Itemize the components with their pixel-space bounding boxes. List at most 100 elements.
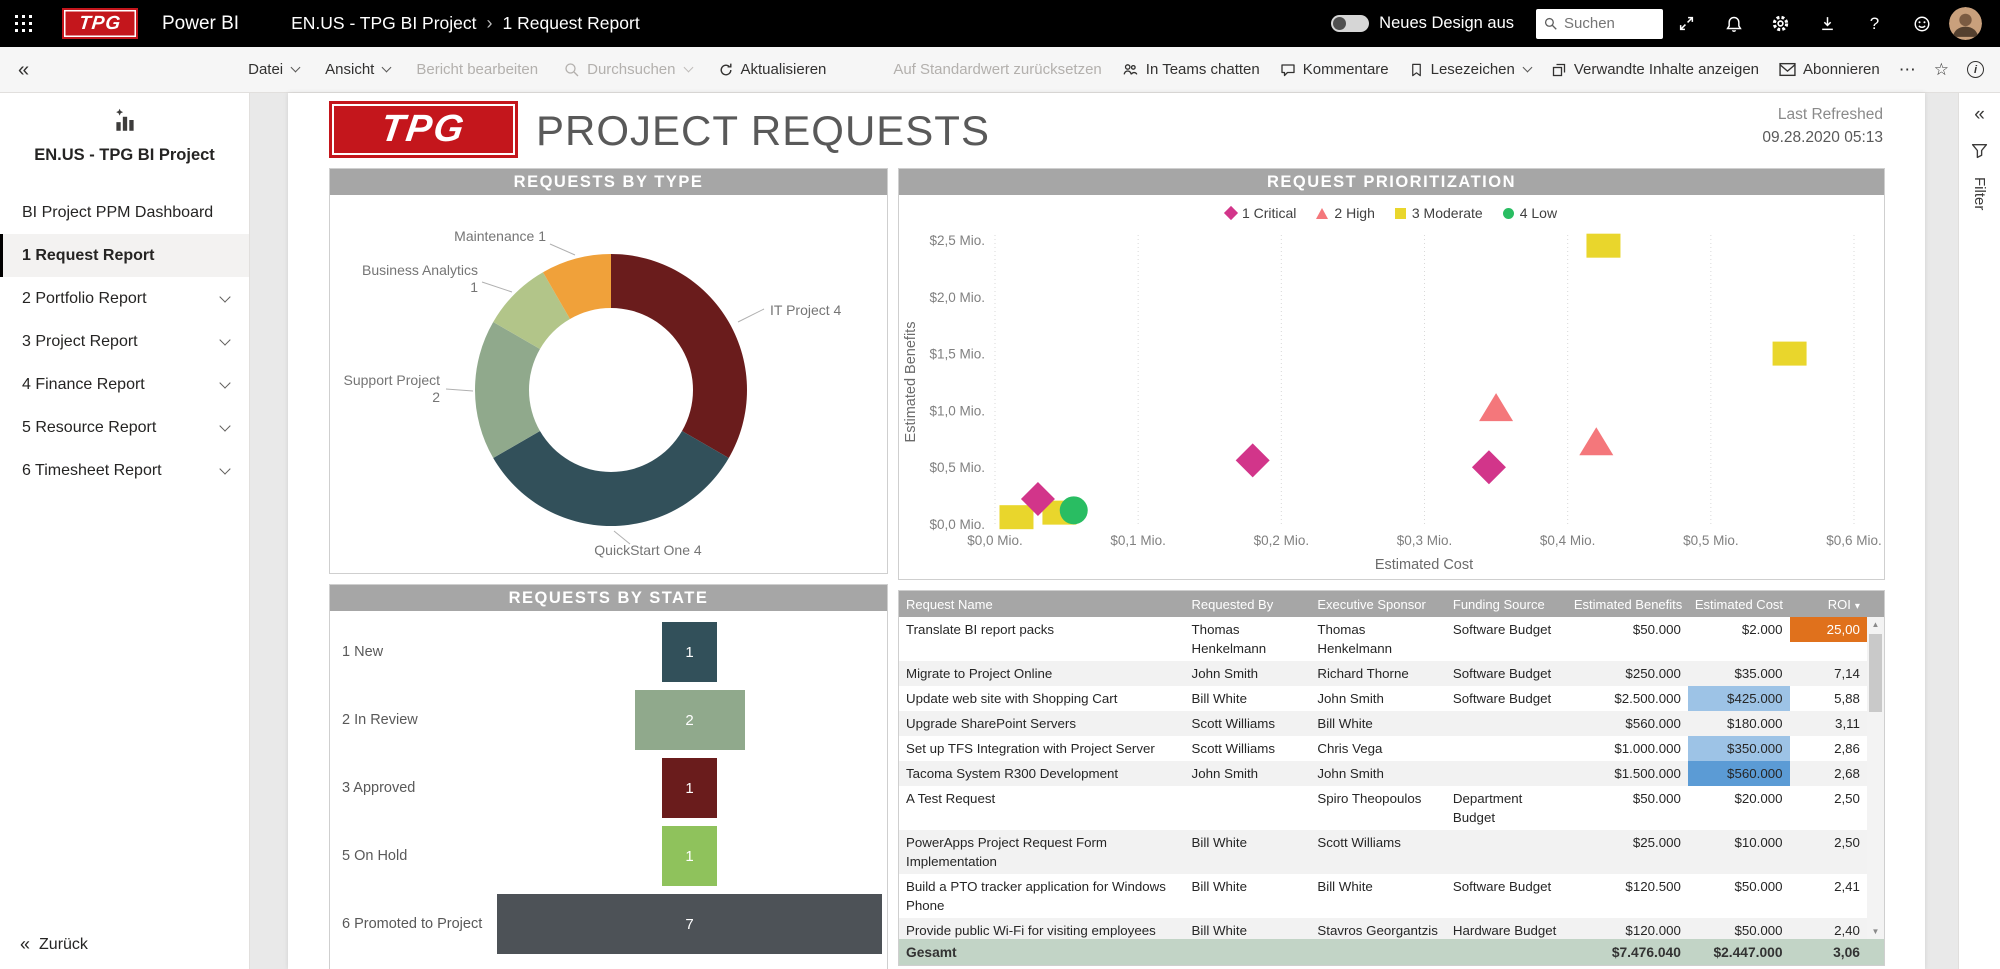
scatter-point[interactable] bbox=[1579, 427, 1613, 455]
table-row[interactable]: Tacoma System R300 DevelopmentJohn Smith… bbox=[899, 761, 1867, 786]
notifications-bell-icon[interactable] bbox=[1710, 0, 1757, 47]
table-row[interactable]: Translate BI report packsThomas Henkelma… bbox=[899, 617, 1867, 661]
scatter-point[interactable] bbox=[1060, 496, 1088, 524]
toolbar-left: Datei Ansicht Bericht bearbeiten Durchsu… bbox=[239, 54, 835, 86]
avatar[interactable] bbox=[1949, 7, 1982, 40]
bookmarks-menu[interactable]: Lesezeichen bbox=[1400, 54, 1540, 86]
table-row[interactable]: Upgrade SharePoint ServersScott Williams… bbox=[899, 711, 1867, 736]
comments-button[interactable]: Kommentare bbox=[1271, 54, 1398, 86]
search-box[interactable] bbox=[1536, 9, 1663, 39]
funnel-bar[interactable]: 1 bbox=[662, 622, 717, 682]
column-header[interactable]: Estimated Benefits bbox=[1567, 597, 1688, 612]
scatter-point[interactable] bbox=[999, 505, 1033, 529]
new-design-toggle[interactable] bbox=[1331, 15, 1369, 32]
file-menu[interactable]: Datei bbox=[239, 54, 308, 86]
column-header[interactable]: Requested By bbox=[1185, 597, 1311, 612]
scatter-point[interactable] bbox=[1236, 443, 1270, 477]
column-header[interactable]: Request Name bbox=[899, 597, 1185, 612]
funnel-bar-area: 7 bbox=[492, 894, 887, 954]
info-icon[interactable]: i bbox=[1959, 54, 1992, 86]
expand-filter-pane-icon[interactable]: « bbox=[1974, 105, 1985, 124]
sidebar-item[interactable]: BI Project PPM Dashboard bbox=[0, 191, 249, 234]
new-design-label: Neues Design aus bbox=[1379, 14, 1514, 33]
table-row[interactable]: Provide public Wi-Fi for visiting employ… bbox=[899, 918, 1867, 939]
sidebar-item[interactable]: 1 Request Report bbox=[0, 234, 249, 277]
table-cell: 2,40 bbox=[1790, 918, 1867, 939]
more-options-icon[interactable]: ⋯ bbox=[1891, 54, 1924, 86]
sidebar-item[interactable]: 6 Timesheet Report bbox=[0, 449, 249, 492]
donut-slice[interactable] bbox=[611, 254, 747, 458]
column-header[interactable]: Estimated Cost bbox=[1688, 597, 1790, 612]
search-input[interactable] bbox=[1564, 15, 1650, 32]
requests-by-state-chart[interactable]: 1 New12 In Review23 Approved15 On Hold16… bbox=[330, 611, 887, 969]
scatter-point[interactable] bbox=[1773, 342, 1807, 366]
scatter-point[interactable] bbox=[1472, 450, 1506, 484]
related-content-button[interactable]: Verwandte Inhalte anzeigen bbox=[1542, 54, 1768, 86]
sidebar-item[interactable]: 5 Resource Report bbox=[0, 406, 249, 449]
chevron-down-icon[interactable] bbox=[219, 334, 230, 345]
settings-gear-icon[interactable] bbox=[1757, 0, 1804, 47]
funnel-category-label: 5 On Hold bbox=[342, 848, 492, 864]
table-cell bbox=[1185, 786, 1311, 811]
breadcrumb-report[interactable]: 1 Request Report bbox=[503, 13, 640, 34]
table-row[interactable]: Update web site with Shopping CartBill W… bbox=[899, 686, 1867, 711]
back-button[interactable]: « Zurück bbox=[20, 934, 88, 955]
chevron-down-icon[interactable] bbox=[219, 291, 230, 302]
funnel-bar[interactable]: 7 bbox=[497, 894, 882, 954]
table-row[interactable]: PowerApps Project Request Form Implement… bbox=[899, 830, 1867, 874]
collapse-sidebar-icon[interactable]: « bbox=[18, 60, 29, 80]
feedback-smiley-icon[interactable] bbox=[1898, 0, 1945, 47]
table-cell: $10.000 bbox=[1688, 830, 1790, 855]
view-menu[interactable]: Ansicht bbox=[316, 54, 399, 86]
table-row[interactable]: Migrate to Project OnlineJohn SmithRicha… bbox=[899, 661, 1867, 686]
fullscreen-icon[interactable] bbox=[1663, 0, 1710, 47]
column-header[interactable]: Executive Sponsor bbox=[1310, 597, 1446, 612]
sidebar-item[interactable]: 3 Project Report bbox=[0, 320, 249, 363]
download-icon[interactable] bbox=[1804, 0, 1851, 47]
funnel-bar[interactable]: 2 bbox=[635, 690, 745, 750]
request-prioritization-chart[interactable]: $0,0 Mio.$0,1 Mio.$0,2 Mio.$0,3 Mio.$0,4… bbox=[899, 195, 1884, 579]
table-row[interactable]: Build a PTO tracker application for Wind… bbox=[899, 874, 1867, 918]
refresh-button[interactable]: Aktualisieren bbox=[709, 54, 836, 86]
teams-chat-button[interactable]: In Teams chatten bbox=[1113, 54, 1269, 86]
chevron-down-icon[interactable] bbox=[219, 377, 230, 388]
tpg-logo[interactable]: TPG bbox=[62, 8, 138, 39]
funnel-bar-area: 1 bbox=[492, 758, 887, 818]
report-tpg-logo: TPG bbox=[329, 101, 518, 158]
favorite-star-icon[interactable]: ☆ bbox=[1926, 54, 1957, 86]
scatter-point[interactable] bbox=[1479, 393, 1513, 421]
chevron-down-icon[interactable] bbox=[219, 420, 230, 431]
column-header[interactable]: ROI▾ bbox=[1790, 597, 1867, 612]
workspace-title: EN.US - TPG BI Project bbox=[0, 146, 249, 165]
filter-funnel-icon[interactable] bbox=[1971, 142, 1988, 159]
table-cell: $2.500.000 bbox=[1567, 686, 1688, 711]
funnel-bar-value: 1 bbox=[685, 780, 693, 797]
y-axis-title: Estimated Benefits bbox=[903, 322, 919, 443]
scroll-thumb[interactable] bbox=[1869, 634, 1882, 712]
scatter-point[interactable] bbox=[1586, 234, 1620, 258]
chevron-down-icon[interactable] bbox=[219, 463, 230, 474]
table-scrollbar[interactable]: ▲ ▼ bbox=[1867, 617, 1884, 939]
funnel-bar[interactable]: 1 bbox=[662, 826, 717, 886]
subscribe-button[interactable]: Abonnieren bbox=[1770, 54, 1889, 86]
scroll-up-icon[interactable]: ▲ bbox=[1867, 617, 1884, 632]
donut-label: Support Project2 bbox=[344, 372, 441, 405]
table-cell: Thomas Henkelmann bbox=[1310, 617, 1446, 661]
table-row[interactable]: A Test RequestSpiro TheopoulosDepartment… bbox=[899, 786, 1867, 830]
table-cell: Scott Williams bbox=[1310, 830, 1446, 855]
help-icon[interactable]: ? bbox=[1851, 0, 1898, 47]
breadcrumb-workspace[interactable]: EN.US - TPG BI Project bbox=[291, 13, 476, 34]
subscribe-label: Abonnieren bbox=[1803, 61, 1880, 78]
funnel-bar[interactable]: 1 bbox=[662, 758, 717, 818]
report-tpg-logo-text: TPG bbox=[378, 108, 468, 151]
waffle-menu-icon[interactable] bbox=[0, 0, 46, 47]
table-cell: Software Budget bbox=[1446, 617, 1567, 642]
donut-slice[interactable] bbox=[493, 431, 729, 526]
table-row[interactable]: Set up TFS Integration with Project Serv… bbox=[899, 736, 1867, 761]
requests-by-type-chart[interactable]: IT Project 4QuickStart One 4Support Proj… bbox=[330, 195, 887, 575]
sidebar-item[interactable]: 4 Finance Report bbox=[0, 363, 249, 406]
column-header[interactable]: Funding Source bbox=[1446, 597, 1567, 612]
sidebar-item[interactable]: 2 Portfolio Report bbox=[0, 277, 249, 320]
request-prioritization-title: REQUEST PRIORITIZATION bbox=[899, 169, 1884, 195]
scroll-down-icon[interactable]: ▼ bbox=[1867, 924, 1884, 939]
